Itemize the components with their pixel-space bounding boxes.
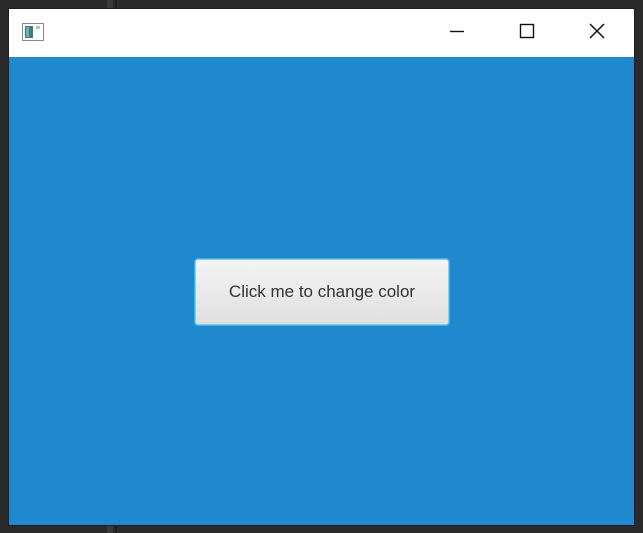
- app-window: Click me to change color: [9, 9, 634, 525]
- change-color-button[interactable]: Click me to change color: [195, 259, 449, 325]
- maximize-icon: [519, 23, 535, 44]
- maximize-button[interactable]: [492, 9, 562, 57]
- minimize-button[interactable]: [422, 9, 492, 57]
- minimize-icon: [449, 23, 465, 44]
- content-pane: Click me to change color: [9, 57, 634, 525]
- close-icon: [588, 22, 606, 45]
- close-button[interactable]: [562, 9, 632, 57]
- java-app-icon: [22, 23, 44, 41]
- desktop-frame: Click me to change color: [0, 0, 643, 533]
- title-bar[interactable]: [9, 9, 634, 57]
